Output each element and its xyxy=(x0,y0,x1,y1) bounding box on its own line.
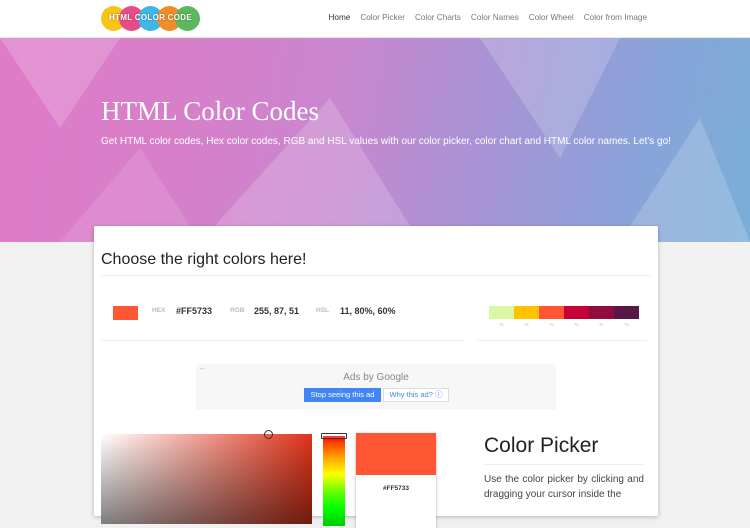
logo-text: HTML COLOR CODE xyxy=(108,13,192,22)
ad-banner: ← Ads by Google Stop seeing this ad Why … xyxy=(196,364,556,410)
palette-swatch[interactable]: % xyxy=(489,306,514,327)
why-this-ad-button[interactable]: Why this ad? ⓘ xyxy=(383,388,449,402)
color-card: Choose the right colors here! HEX #FF573… xyxy=(94,226,658,528)
main-nav: Home Color Picker Color Charts Color Nam… xyxy=(329,13,648,22)
nav-color-picker[interactable]: Color Picker xyxy=(360,13,405,22)
color-picker-description: Use the color picker by clicking and dra… xyxy=(484,474,644,500)
divider xyxy=(101,340,465,341)
site-logo[interactable]: HTML COLOR CODE xyxy=(101,6,200,31)
hsl-label: HSL xyxy=(316,307,329,314)
navbar: HTML COLOR CODE Home Color Picker Color … xyxy=(0,0,750,38)
palette-swatch[interactable]: % xyxy=(614,306,639,327)
nav-color-names[interactable]: Color Names xyxy=(471,13,519,22)
ads-by-google-label: Ads by Google xyxy=(343,372,409,383)
card-heading: Choose the right colors here! xyxy=(101,251,307,268)
nav-color-wheel[interactable]: Color Wheel xyxy=(529,13,574,22)
nav-color-charts[interactable]: Color Charts xyxy=(415,13,461,22)
nav-home[interactable]: Home xyxy=(329,13,351,22)
color-palette: % % % % % % xyxy=(489,306,639,327)
hex-value[interactable]: #FF5733 xyxy=(176,306,212,316)
palette-swatch[interactable]: % xyxy=(539,306,564,327)
nav-color-from-image[interactable]: Color from Image xyxy=(584,13,647,22)
rgb-label: RGB xyxy=(230,307,245,314)
color-preview-swatch xyxy=(356,433,436,475)
divider xyxy=(477,340,647,341)
divider xyxy=(101,275,651,276)
back-arrow-icon[interactable]: ← xyxy=(199,365,206,372)
rgb-value[interactable]: 255, 87, 51 xyxy=(254,306,299,316)
hero-subtitle: Get HTML color codes, Hex color codes, R… xyxy=(101,136,671,147)
divider xyxy=(484,464,644,465)
hue-slider[interactable] xyxy=(323,436,345,526)
palette-swatch[interactable]: % xyxy=(564,306,589,327)
hsl-value[interactable]: 11, 80%, 60% xyxy=(340,306,396,316)
hue-slider-handle[interactable] xyxy=(321,433,347,439)
palette-swatch[interactable]: % xyxy=(514,306,539,327)
selected-color-swatch xyxy=(113,306,138,320)
palette-swatch[interactable]: % xyxy=(589,306,614,327)
hero-banner: HTML Color Codes Get HTML color codes, H… xyxy=(0,38,750,242)
hex-label: HEX xyxy=(152,307,166,314)
color-picker-title: Color Picker xyxy=(484,434,599,457)
color-preview-box: #FF5733 xyxy=(356,433,436,528)
hero-title: HTML Color Codes xyxy=(101,96,319,126)
stop-seeing-ad-button[interactable]: Stop seeing this ad xyxy=(304,388,381,402)
picker-cursor-handle[interactable] xyxy=(264,430,273,439)
preview-hex-value: #FF5733 xyxy=(382,485,410,492)
saturation-value-picker[interactable] xyxy=(101,434,312,524)
